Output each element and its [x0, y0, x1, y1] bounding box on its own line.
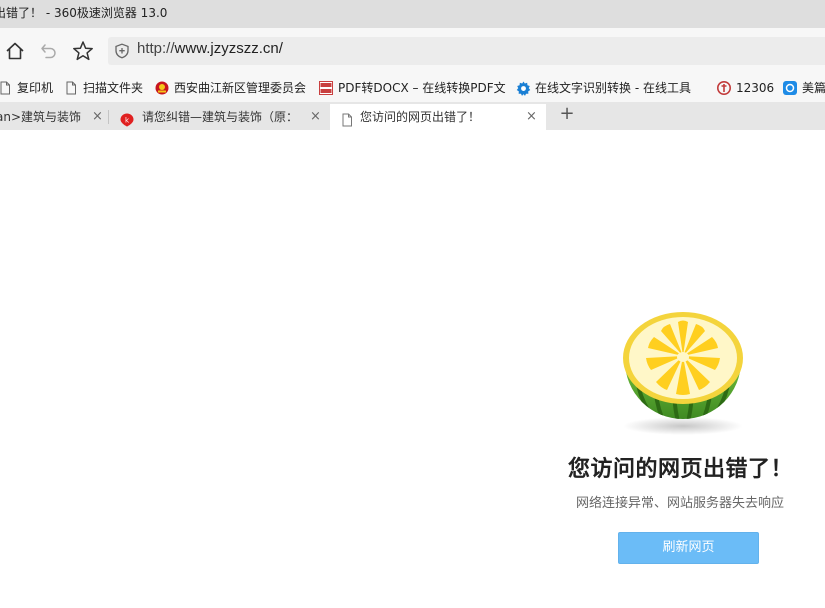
tab-correction[interactable]: k 请您纠错—建筑与装饰（原： ×	[110, 104, 328, 130]
home-icon[interactable]	[2, 38, 28, 64]
bookmark-label: PDF转DOCX – 在线转换PDF文	[338, 81, 506, 95]
bookmark-item[interactable]: 在线文字识别转换 - 在线工具	[516, 79, 691, 97]
bookmark-item[interactable]: 扫描文件夹	[64, 79, 143, 97]
new-tab-button[interactable]: +	[556, 102, 578, 128]
window-titlebar: 出错了！ - 360极速浏览器 13.0	[0, 0, 825, 28]
page-icon	[0, 81, 12, 95]
url-scheme: http://	[137, 40, 175, 57]
bookmark-label: 在线文字识别转换 - 在线工具	[535, 81, 691, 95]
pdf-icon	[319, 81, 333, 95]
window-title: 出错了！ - 360极速浏览器 13.0	[0, 6, 168, 20]
watermelon-lemon-illustration	[608, 302, 758, 442]
url-host: www.jzyzszz.cn/	[174, 40, 283, 57]
tab-divider	[108, 110, 109, 124]
navigation-bar: http://www.jzyzszz.cn/	[0, 28, 825, 74]
bookmark-item[interactable]: 西安曲江新区管理委员会	[155, 79, 306, 97]
tab-strip: an>建筑与装饰 × k 请您纠错—建筑与装饰（原： × 您访问的网页出错了！ …	[0, 102, 825, 130]
site-favicon-icon: k	[120, 110, 134, 127]
tab-close-button[interactable]: ×	[310, 104, 321, 130]
bookmark-label: 复印机	[17, 81, 54, 95]
tab-label: 您访问的网页出错了！	[360, 110, 481, 124]
bookmark-item[interactable]: 复印机	[0, 79, 53, 97]
undo-icon[interactable]	[36, 38, 62, 64]
bookmarks-bar: 复印机 扫描文件夹 西安曲江新区管理委员会 PDF转DOCX – 在线转换PDF…	[0, 74, 825, 102]
address-bar[interactable]: http://www.jzyzszz.cn/	[108, 37, 825, 65]
tab-close-button[interactable]: ×	[526, 104, 537, 130]
bookmark-item[interactable]: 12306	[717, 79, 774, 97]
page-icon	[64, 81, 78, 95]
refresh-page-button[interactable]: 刷新网页	[618, 532, 759, 564]
bookmark-label: 西安曲江新区管理委员会	[174, 81, 307, 95]
meipian-icon	[783, 81, 797, 95]
bookmark-label: 12306	[736, 81, 775, 95]
tab-label: an>建筑与装饰	[0, 110, 82, 124]
tab-building-decoration[interactable]: an>建筑与装饰 ×	[0, 104, 108, 130]
emblem-icon	[155, 81, 169, 95]
bookmark-label: 扫描文件夹	[83, 81, 144, 95]
error-subtitle: 网络连接异常、网站服务器失去响应	[576, 496, 785, 511]
error-title: 您访问的网页出错了！	[568, 457, 794, 482]
shield-icon[interactable]	[114, 43, 130, 59]
gear-icon	[516, 81, 531, 96]
page-content: 您访问的网页出错了！ 网络连接异常、网站服务器失去响应 刷新网页	[0, 130, 825, 608]
rail-icon	[717, 81, 731, 95]
bookmark-item[interactable]: PDF转DOCX – 在线转换PDF文	[319, 79, 506, 97]
tab-error-page[interactable]: 您访问的网页出错了！ ×	[330, 104, 546, 130]
tab-close-button[interactable]: ×	[92, 104, 103, 130]
page-icon	[340, 110, 354, 127]
url-text: http://www.jzyzszz.cn/	[137, 40, 283, 57]
tab-label: 请您纠错—建筑与装饰（原：	[142, 110, 297, 124]
bookmark-item[interactable]: 美篇	[783, 79, 825, 97]
star-icon[interactable]	[70, 38, 96, 64]
bookmark-label: 美篇	[802, 81, 825, 95]
